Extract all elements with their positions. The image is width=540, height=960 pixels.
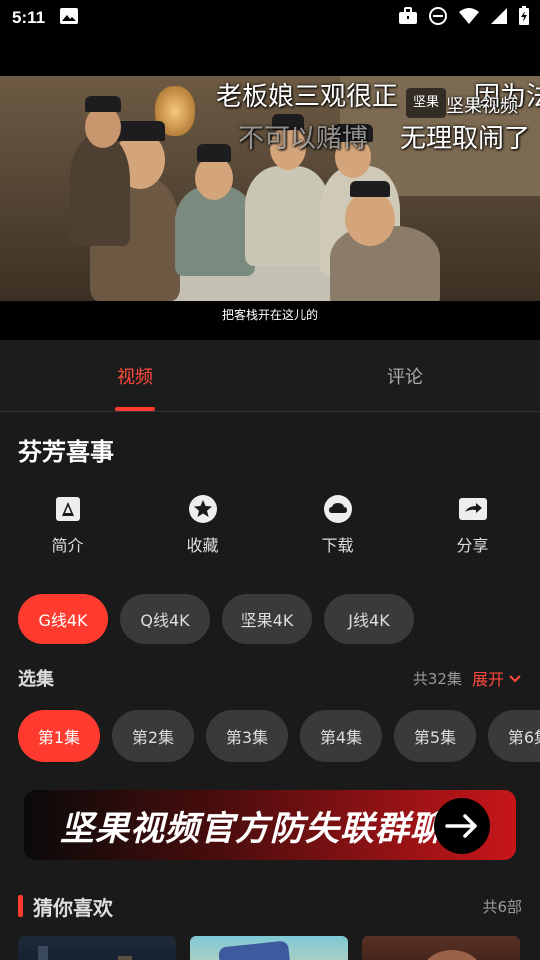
share-icon [458,494,488,524]
tab-comments[interactable]: 评论 [270,340,540,411]
favorite-button[interactable]: 收藏 [135,494,270,582]
briefcase-icon [398,7,418,29]
tab-video[interactable]: 视频 [0,340,270,411]
group-chat-banner[interactable]: 坚果视频官方防失联群聊 [24,790,516,860]
video-subtitle: 把客栈开在这儿的 [221,308,318,322]
wifi-icon [458,7,480,29]
info-icon [53,494,83,524]
episodes-count: 共32集 [412,669,462,688]
page-title: 芬芳喜事 [18,438,114,466]
action-row: 简介 收藏 下载 分享 [0,484,540,582]
status-bar: 5:11 [0,0,540,36]
arrow-right-icon [434,798,490,854]
recommend-thumbnail[interactable] [362,936,520,960]
line-chip[interactable]: 坚果4K [222,594,312,644]
signal-icon [490,7,508,29]
recommend-list [0,936,540,960]
download-button[interactable]: 下载 [270,494,405,582]
episode-chip[interactable]: 第5集 [394,710,476,762]
line-chip[interactable]: J线4K [324,594,414,644]
star-icon [188,494,218,524]
share-button[interactable]: 分享 [405,494,540,582]
intro-button[interactable]: 简介 [0,494,135,582]
recommend-thumbnail[interactable] [18,936,176,960]
line-chip[interactable]: Q线4K [120,594,210,644]
recommend-header: 猜你喜欢 共6部 [0,890,540,922]
recommend-title: 猜你喜欢 [33,895,113,920]
battery-charging-icon [518,6,530,30]
recommend-thumbnail[interactable] [190,936,348,960]
episodes-label: 选集 [18,669,54,690]
tab-bar: 视频 评论 [0,340,540,412]
source-line-selector: G线4K Q线4K 坚果4K J线4K [0,582,540,660]
cloud-download-icon [323,494,353,524]
dnd-icon [428,6,448,30]
status-time: 5:11 [12,8,46,27]
banner-text: 坚果视频官方防失联群聊 [60,808,445,849]
recommend-count: 共6部 [482,897,522,916]
expand-label: 展开 [471,670,504,689]
episode-chip[interactable]: 第6集 [488,710,540,762]
share-label: 分享 [456,536,489,555]
episode-chip[interactable]: 第2集 [112,710,194,762]
download-label: 下载 [321,536,354,555]
favorite-label: 收藏 [186,536,219,555]
watermark-logo: 坚果 [406,88,446,118]
watermark-text: 坚果视频 [446,96,518,117]
danmaku-comment: 不可以赌博 [238,124,369,154]
video-player[interactable]: 老板娘三观很正 因为法 不可以赌博 无理取闹了 坚果 坚果视频 把客栈开在这儿的 [0,36,540,340]
episodes-header: 选集 共32集 展开 [0,660,540,696]
expand-button[interactable]: 展开 [472,666,522,690]
episode-chip[interactable]: 第3集 [206,710,288,762]
danmaku-comment: 无理取闹了 [400,124,531,154]
danmaku-comment: 老板娘三观很正 [216,82,399,112]
episode-chip[interactable]: 第1集 [18,710,100,762]
episode-list: 第1集 第2集 第3集 第4集 第5集 第6集 [0,696,540,776]
image-icon [59,7,79,30]
intro-label: 简介 [51,536,84,555]
chevron-down-icon [508,669,522,688]
section-accent-bar [18,895,23,917]
line-chip[interactable]: G线4K [18,594,108,644]
episode-chip[interactable]: 第4集 [300,710,382,762]
